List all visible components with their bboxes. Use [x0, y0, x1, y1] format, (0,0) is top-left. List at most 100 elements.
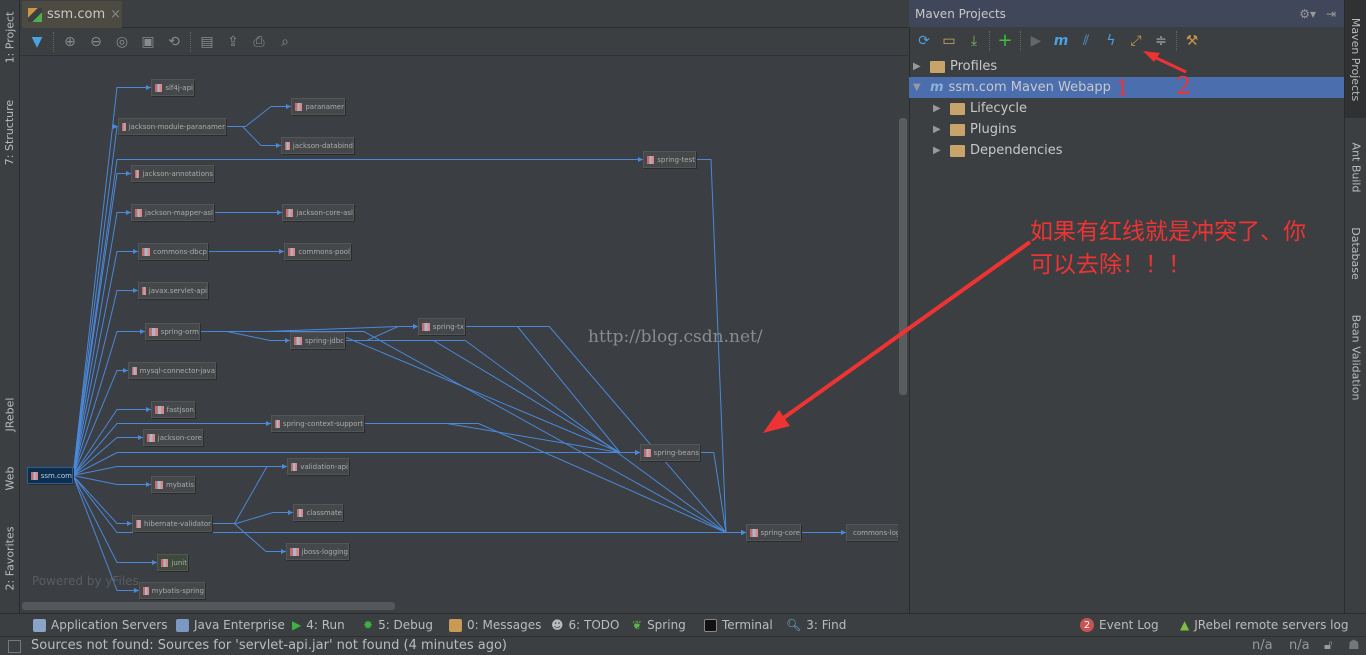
hide-panel-icon[interactable]: ⇥ — [1326, 7, 1336, 21]
generate-sources-icon[interactable]: ▭ — [939, 31, 959, 51]
reimport-icon[interactable]: ⟳ — [914, 31, 934, 51]
structure-tool-tab[interactable]: 7: Structure — [0, 92, 20, 172]
node-label: jackson-core-asl — [296, 208, 353, 217]
expand-arrow-icon[interactable]: ▶ — [933, 103, 945, 114]
dependency-node[interactable]: junit — [157, 554, 188, 571]
dependency-node[interactable]: spring-tx — [418, 318, 465, 335]
dependency-node[interactable]: jackson-annotations — [131, 165, 214, 182]
collapse-arrow-icon[interactable]: ▼ — [913, 82, 925, 93]
print-preview-icon[interactable]: ⌕ — [275, 32, 295, 52]
add-icon[interactable]: + — [995, 30, 1015, 51]
execute-goal-icon[interactable]: m — [1051, 31, 1071, 51]
show-dependencies-icon[interactable]: ⤢ — [1126, 31, 1146, 51]
zoom-out-icon[interactable]: ⊖ — [86, 32, 106, 52]
expand-arrow-icon[interactable]: ▶ — [913, 61, 925, 72]
horizontal-scroll-thumb[interactable] — [22, 602, 395, 610]
dependency-node[interactable]: jackson-mapper-asl — [131, 204, 214, 221]
status-message[interactable]: Sources not found: Sources for 'servlet-… — [31, 638, 507, 653]
fit-content-icon[interactable]: ▣ — [138, 32, 158, 52]
dependency-node[interactable]: classmate — [293, 504, 343, 521]
dependency-edge — [212, 512, 293, 524]
dependency-node[interactable]: mybatis-spring — [139, 582, 205, 599]
settings-gear-icon[interactable]: ⚙▾ — [1299, 7, 1316, 21]
event-log-button[interactable]: 2 Event Log — [1080, 618, 1159, 632]
save-icon[interactable]: ▤ — [197, 32, 217, 52]
dependency-node[interactable]: mysql-connector-java — [128, 362, 216, 379]
folder-icon — [930, 60, 945, 73]
library-icon — [155, 480, 163, 489]
dependency-node[interactable]: jackson-core-asl — [282, 204, 354, 221]
library-icon — [297, 508, 304, 517]
actual-size-icon[interactable]: ◎ — [112, 32, 132, 52]
export-icon[interactable]: ⇪ — [223, 32, 243, 52]
dependency-node[interactable]: spring-beans — [640, 444, 700, 461]
run-icon[interactable]: ▶ — [1026, 31, 1046, 51]
skip-tests-icon[interactable]: ϟ — [1101, 31, 1121, 51]
dependency-node[interactable]: slf4j-api — [151, 79, 194, 96]
todo-button[interactable]: ☻ 6: TODO — [551, 618, 619, 632]
dependency-node[interactable]: fastjson — [151, 401, 195, 418]
database-tool-tab[interactable]: Database — [1345, 218, 1366, 288]
jrebel-log-button[interactable]: ▲ JRebel remote servers log — [1180, 618, 1348, 632]
tree-item-lifecycle[interactable]: ▶ Lifecycle — [909, 98, 1344, 119]
expand-arrow-icon[interactable]: ▶ — [933, 124, 945, 135]
dependency-node[interactable]: spring-orm — [145, 323, 200, 340]
download-icon[interactable]: ⤓ — [964, 31, 984, 51]
dependency-node[interactable]: mybatis — [151, 476, 195, 493]
project-tool-tab[interactable]: 1: Project — [0, 8, 20, 66]
toolbar-separator — [989, 30, 990, 51]
zoom-in-icon[interactable]: ⊕ — [60, 32, 80, 52]
bean-validation-tool-tab[interactable]: Bean Validation — [1345, 305, 1366, 410]
dependency-node[interactable]: spring-test — [643, 151, 696, 168]
jrebel-tool-tab[interactable]: JRebel — [0, 390, 20, 438]
node-label: spring-test — [657, 155, 695, 164]
dependency-node[interactable]: commons-pool — [284, 243, 351, 260]
filter-icon[interactable]: ▼ — [27, 32, 47, 52]
tree-item-profiles[interactable]: ▶ Profiles — [909, 56, 1344, 77]
dependency-node[interactable]: commons-logging — [846, 524, 898, 541]
maven-settings-icon[interactable]: ⚒ — [1182, 31, 1202, 51]
lock-icon[interactable]: 🔓︎ — [1324, 638, 1332, 653]
find-button[interactable]: 🔍︎ 3: Find — [786, 618, 846, 632]
dependency-node[interactable]: spring-core — [746, 524, 801, 541]
layout-icon[interactable]: ⟲ — [164, 32, 184, 52]
dependency-node[interactable]: jackson-databind — [281, 137, 354, 154]
dependency-edge — [364, 423, 746, 533]
print-icon[interactable]: ⎙ — [249, 32, 269, 52]
web-tool-tab[interactable]: Web — [0, 458, 20, 498]
expand-arrow-icon[interactable]: ▶ — [933, 145, 945, 156]
dependency-diagram-canvas[interactable]: ssm.com slf4j-api jackson-module-paranamer… — [20, 57, 898, 600]
tree-item-ssm-webapp[interactable]: ▼ m ssm.com Maven Webapp 1 — [909, 76, 1344, 100]
dependency-node[interactable]: paranamer — [291, 98, 345, 115]
tree-item-dependencies[interactable]: ▶ Dependencies — [909, 140, 1344, 161]
dependency-node[interactable]: commons-dbcp — [138, 243, 208, 260]
dependency-node[interactable]: jackson-core — [143, 429, 203, 446]
maven-projects-tool-tab[interactable]: Maven Projects — [1345, 0, 1366, 118]
tree-item-plugins[interactable]: ▶ Plugins — [909, 119, 1344, 140]
dependency-node[interactable]: validation-api — [287, 458, 349, 475]
run-button[interactable]: ▶ 4: Run — [292, 618, 345, 632]
toolbar-separator — [1176, 30, 1177, 51]
ant-build-tool-tab[interactable]: Ant Build — [1345, 130, 1366, 205]
dependency-node[interactable]: spring-context-support — [271, 415, 364, 432]
close-tab-icon[interactable]: × — [110, 7, 121, 22]
vertical-scroll-thumb[interactable] — [899, 118, 907, 395]
messages-button[interactable]: 0: Messages — [449, 618, 541, 632]
java-enterprise-button[interactable]: Java Enterprise — [176, 618, 285, 632]
dependency-node[interactable]: hibernate-validator — [132, 515, 212, 532]
dependency-node[interactable]: jackson-module-paranamer — [118, 118, 226, 135]
dependency-node[interactable]: ssm.com — [27, 467, 73, 484]
favorites-tool-tab[interactable]: 2: Favorites — [0, 518, 20, 598]
debug-button[interactable]: ✹ 5: Debug — [363, 618, 433, 632]
toggle-offline-icon[interactable]: ⫽ — [1076, 31, 1096, 51]
status-toggle-icon[interactable] — [8, 640, 21, 653]
dependency-node[interactable]: javax.servlet-api — [138, 282, 208, 299]
spring-button[interactable]: ❦ Spring — [632, 618, 686, 632]
dependency-node[interactable]: spring-jdbc — [290, 332, 345, 349]
terminal-button[interactable]: Terminal — [704, 618, 773, 632]
dependency-node[interactable]: jboss-logging — [286, 543, 349, 560]
tab-ssm-com[interactable]: ssm.com × — [22, 1, 122, 28]
collapse-all-icon[interactable]: ≑ — [1151, 31, 1171, 51]
application-servers-button[interactable]: Application Servers — [33, 618, 167, 632]
hector-icon[interactable]: ☗ — [1348, 638, 1360, 653]
